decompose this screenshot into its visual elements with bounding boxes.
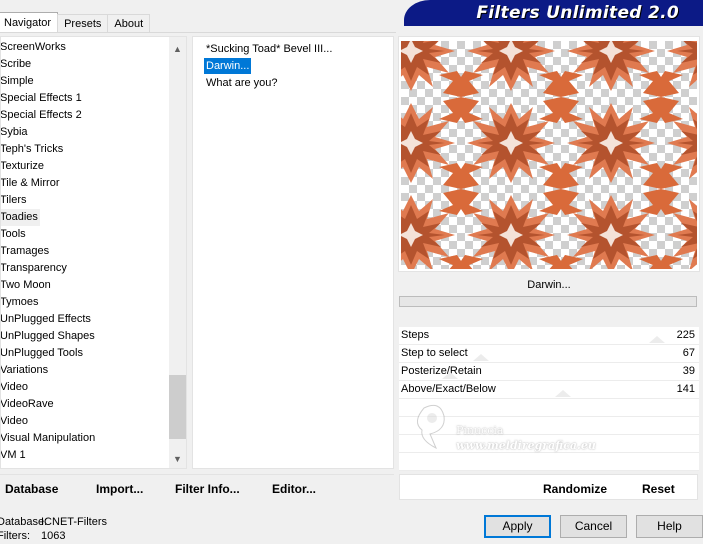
category-item[interactable]: Sybia <box>1 124 168 141</box>
category-item[interactable]: Tile & Mirror <box>1 175 168 192</box>
category-items: ScreenWorks Scribe Simple Special Effects 1… <box>1 39 168 464</box>
app-title: Filters Unlimited 2.0 <box>476 3 679 23</box>
category-item[interactable]: Tymoes <box>1 294 168 311</box>
preview-image[interactable] <box>401 41 697 269</box>
category-item[interactable]: Special Effects 2 <box>1 107 168 124</box>
category-item[interactable]: UnPlugged Shapes <box>1 328 168 345</box>
param-value: 67 <box>682 347 695 359</box>
tab-about[interactable]: About <box>107 14 151 33</box>
reset-button[interactable]: Reset <box>642 482 675 496</box>
filter-item-selected[interactable]: Darwin... <box>204 58 252 74</box>
category-item[interactable]: Video <box>1 413 168 430</box>
category-item[interactable]: Scribe <box>1 56 168 73</box>
category-item-selected[interactable]: Toadies <box>1 209 40 226</box>
category-item[interactable]: Video <box>1 379 168 396</box>
category-item[interactable]: Teph's Tricks <box>1 141 168 158</box>
database-button[interactable]: Database <box>5 482 58 496</box>
category-item[interactable]: Tilers <box>1 192 168 209</box>
tab-strip: Navigator Presets About <box>0 12 151 33</box>
editor-button[interactable]: Editor... <box>272 482 316 496</box>
param-value: 39 <box>682 365 695 377</box>
category-item[interactable]: Texturize <box>1 158 168 175</box>
param-slider[interactable]: Above/Exact/Below 141 <box>399 381 699 399</box>
category-item[interactable]: UnPlugged Tools <box>1 345 168 362</box>
category-item[interactable]: VM 1 <box>1 447 168 464</box>
tab-navigator[interactable]: Navigator <box>0 12 59 33</box>
slider-thumb[interactable] <box>555 390 571 397</box>
slider-thumb[interactable] <box>473 354 489 361</box>
category-item[interactable]: Variations <box>1 362 168 379</box>
param-label: Step to select <box>401 347 468 359</box>
filter-item[interactable]: *Sucking Toad* Bevel III... <box>204 41 334 57</box>
database-label: Database: <box>0 516 48 528</box>
category-item[interactable]: Simple <box>1 73 168 90</box>
preview-filter-name: Darwin... <box>527 279 571 291</box>
database-info: Database:ICNET-Filters Filters: 1063 <box>0 515 107 543</box>
category-item[interactable]: Tools <box>1 226 168 243</box>
watermark: Pinuccia www.meldiregrafica.eu <box>410 398 670 458</box>
filter-list[interactable]: *Sucking Toad* Bevel III... Darwin... Wh… <box>192 36 394 469</box>
preview-toolbar: Randomize Reset <box>399 474 698 500</box>
param-label: Above/Exact/Below <box>401 383 496 395</box>
category-item[interactable]: Tramages <box>1 243 168 260</box>
param-label: Steps <box>401 329 430 341</box>
param-value: 141 <box>676 383 695 395</box>
slider-thumb[interactable] <box>649 336 665 343</box>
preview-pattern <box>401 41 697 269</box>
watermark-logo-icon <box>417 404 445 450</box>
tab-divider <box>0 32 396 33</box>
param-slider[interactable]: Steps 225 <box>399 327 699 345</box>
bottom-toolbar: Database Import... Filter Info... Editor… <box>0 474 394 500</box>
scroll-down-icon[interactable]: ▼ <box>169 451 186 468</box>
slider-thumb[interactable] <box>442 372 458 379</box>
category-item[interactable]: Special Effects 1 <box>1 90 168 107</box>
cancel-button[interactable]: Cancel <box>560 515 627 538</box>
category-item[interactable]: VideoRave <box>1 396 168 413</box>
category-scrollbar[interactable]: ▲ ▼ <box>169 37 186 468</box>
apply-button[interactable]: Apply <box>484 515 551 538</box>
import-button[interactable]: Import... <box>96 482 143 496</box>
scroll-thumb[interactable] <box>169 375 186 439</box>
filters-count-value: 1063 <box>41 530 66 542</box>
param-slider[interactable]: Step to select 67 <box>399 345 699 363</box>
tab-presets[interactable]: Presets <box>57 14 109 33</box>
help-button[interactable]: Help <box>636 515 703 538</box>
filters-count-label: Filters: <box>0 530 30 542</box>
scroll-up-icon[interactable]: ▲ <box>169 41 186 58</box>
category-item[interactable]: Two Moon <box>1 277 168 294</box>
progress-bar <box>399 296 697 307</box>
filter-info-button[interactable]: Filter Info... <box>175 482 240 496</box>
randomize-button[interactable]: Randomize <box>543 482 607 496</box>
category-item[interactable]: ScreenWorks <box>1 39 168 56</box>
preview-frame <box>398 36 700 272</box>
category-item[interactable]: UnPlugged Effects <box>1 311 168 328</box>
database-value: ICNET-Filters <box>41 516 107 528</box>
param-slider[interactable]: Posterize/Retain 39 <box>399 363 699 381</box>
filter-item[interactable]: What are you? <box>204 75 280 91</box>
category-item[interactable]: Transparency <box>1 260 168 277</box>
param-value: 225 <box>676 329 695 341</box>
watermark-name: Pinuccia <box>456 424 504 437</box>
watermark-url: www.meldiregrafica.eu <box>456 439 596 452</box>
category-list[interactable]: ScreenWorks Scribe Simple Special Effects 1… <box>0 36 187 469</box>
category-item[interactable]: Visual Manipulation <box>1 430 168 447</box>
header-banner: Filters Unlimited 2.0 <box>404 0 703 26</box>
